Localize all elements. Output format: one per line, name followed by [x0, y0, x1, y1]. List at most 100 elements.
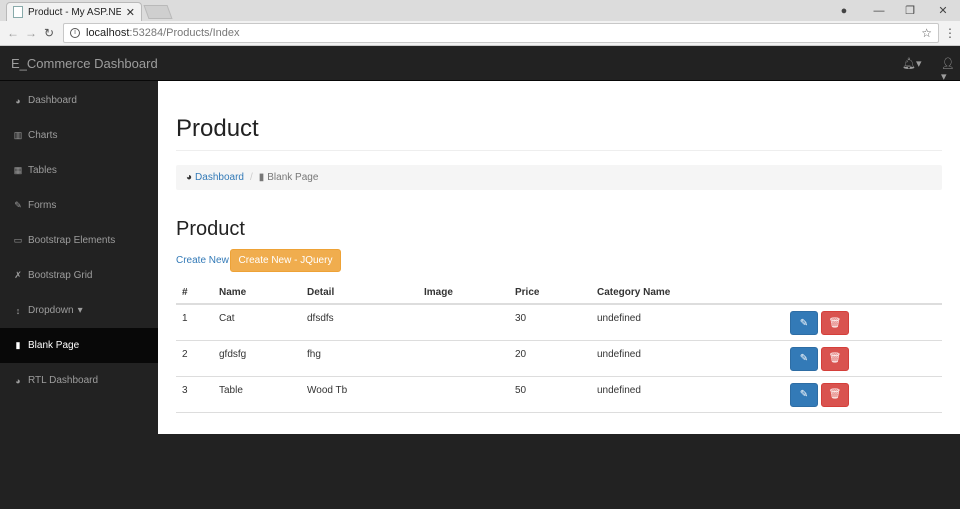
new-tab-button[interactable] — [143, 5, 173, 19]
back-icon[interactable]: ← — [4, 26, 22, 40]
section-title: Product — [176, 218, 245, 240]
dashboard-icon: ◕ — [15, 95, 21, 106]
cell-name: Table — [213, 376, 301, 413]
sidebar-item-label: RTL Dashboard — [28, 375, 99, 386]
dashboard-icon: ◕ — [186, 172, 193, 183]
browser-tab[interactable]: Product - My ASP.NET A ✕ — [6, 2, 142, 21]
table-icon: ▦ — [13, 165, 23, 175]
reload-icon[interactable]: ↻ — [40, 26, 58, 40]
sidebar-item-bootstrap-grid[interactable]: ✗ Bootstrap Grid — [0, 258, 158, 293]
cell-category: undefined — [591, 376, 776, 413]
sidebar-item-label: Forms — [28, 200, 57, 211]
create-new-link[interactable]: Create New — [176, 255, 229, 266]
breadcrumb-separator: / — [249, 172, 253, 183]
sidebar-item-tables[interactable]: ▦ Tables — [0, 153, 158, 188]
navbar-brand[interactable]: E_Commerce Dashboard — [11, 56, 158, 71]
restore-icon[interactable]: ❐ — [895, 0, 925, 21]
sidebar-item-label: Bootstrap Elements — [28, 235, 116, 246]
bookmark-star-icon[interactable]: ☆ — [921, 26, 932, 40]
sidebar-item-rtl-dashboard[interactable]: ◕ RTL Dashboard — [0, 363, 158, 398]
breadcrumb: ◕ Dashboard / ▮ Blank Page — [176, 165, 942, 190]
edit-button[interactable]: ✎ — [790, 311, 818, 335]
notifications-dropdown[interactable]: 🔔︎▾ — [902, 57, 922, 70]
sidebar-item-blank-page[interactable]: ▮ Blank Page — [0, 328, 158, 363]
edit-icon: ✎ — [799, 353, 809, 364]
cell-id: 2 — [176, 340, 213, 377]
cell-actions: ✎ 🗑︎ — [776, 304, 942, 341]
chevron-down-icon: ▾ — [77, 305, 83, 316]
file-icon: ▮ — [15, 340, 21, 350]
cell-image — [418, 304, 509, 341]
sidebar-item-charts[interactable]: ▥ Charts — [0, 118, 158, 153]
cell-actions: ✎ 🗑︎ — [776, 340, 942, 377]
delete-button[interactable]: 🗑︎ — [821, 311, 849, 335]
cell-detail: dfsdfs — [301, 304, 418, 341]
chevron-down-icon: ▾ — [915, 58, 922, 70]
column-header: Category Name — [591, 281, 776, 305]
arrows-v-icon: ↕ — [15, 305, 21, 316]
edit-button[interactable]: ✎ — [790, 346, 818, 371]
sidebar-item-label: Bootstrap Grid — [28, 270, 93, 281]
page-title: Product — [176, 115, 259, 142]
profile-icon[interactable]: ● — [829, 0, 859, 21]
sidebar-item-bootstrap-elements[interactable]: ▭ Bootstrap Elements — [0, 223, 158, 258]
page-icon — [13, 6, 23, 18]
column-header: Price — [509, 281, 591, 305]
row-actions: ✎ 🗑︎ — [790, 346, 942, 371]
column-header: # — [176, 281, 213, 305]
row-actions: ✎ 🗑︎ — [790, 382, 942, 407]
minimize-icon[interactable]: — — [864, 0, 894, 21]
url-host: localhost — [86, 27, 130, 39]
column-header: Detail — [301, 281, 418, 305]
sidebar-item-label: Dropdown — [28, 305, 74, 316]
user-icon: 👤︎ — [941, 58, 955, 70]
browser-menu-icon[interactable]: ⋮ — [944, 26, 956, 40]
sidebar-item-label: Blank Page — [28, 340, 80, 351]
cell-price: 20 — [509, 340, 591, 377]
close-window-icon[interactable]: ✕ — [928, 0, 958, 21]
breadcrumb-link-dashboard[interactable]: Dashboard — [195, 172, 244, 183]
dashboard-icon: ◕ — [15, 375, 21, 386]
trash-icon: 🗑︎ — [828, 353, 842, 364]
edit-button[interactable]: ✎ — [790, 382, 818, 407]
sidebar-item-forms[interactable]: ✎ Forms — [0, 188, 158, 223]
delete-button[interactable]: 🗑︎ — [821, 346, 849, 371]
sidebar-item-label: Charts — [28, 130, 58, 141]
info-icon[interactable]: i — [70, 28, 80, 38]
breadcrumb-current: Blank Page — [267, 172, 319, 183]
edit-icon: ✎ — [14, 200, 22, 210]
top-navbar: E_Commerce Dashboard 🔔︎▾ 👤︎▾ — [0, 46, 960, 83]
table-header-row: # Name Detail Image Price Category Name — [176, 281, 942, 305]
file-icon: ▮ — [258, 172, 265, 183]
bell-icon: 🔔︎ — [902, 58, 916, 70]
browser-toolbar: ← → ↻ i localhost:53284/Products/Index ☆ — [0, 21, 960, 46]
sidebar-item-label: Dashboard — [28, 95, 77, 106]
forward-icon[interactable]: → — [22, 26, 40, 40]
edit-icon: ✎ — [799, 317, 809, 329]
user-dropdown[interactable]: 👤︎▾ — [941, 57, 960, 83]
trash-icon: 🗑︎ — [828, 389, 842, 400]
table-row: 3 Table Wood Tb 50 undefined ✎ 🗑︎ — [176, 376, 942, 413]
cell-image — [418, 340, 509, 377]
row-actions: ✎ 🗑︎ — [790, 311, 942, 335]
cell-detail: Wood Tb — [301, 376, 418, 413]
create-new-jquery-button[interactable]: Create New - JQuery — [230, 249, 341, 272]
column-header-actions — [776, 281, 942, 305]
close-tab-icon[interactable]: ✕ — [126, 6, 135, 19]
cell-detail: fhg — [301, 340, 418, 377]
tab-title: Product - My ASP.NET A — [28, 6, 121, 18]
trash-icon: 🗑︎ — [828, 317, 842, 329]
wrench-icon: ✗ — [14, 270, 22, 280]
column-header: Image — [418, 281, 509, 305]
cell-id: 3 — [176, 376, 213, 413]
cell-name: gfdsfg — [213, 340, 301, 377]
main-content: Product ◕ Dashboard / ▮ Blank Page Produ… — [158, 81, 960, 434]
cell-price: 30 — [509, 304, 591, 341]
cell-id: 1 — [176, 304, 213, 341]
sidebar-item-dropdown[interactable]: ↕ Dropdown ▾ — [0, 293, 158, 328]
table-row: 2 gfdsfg fhg 20 undefined ✎ 🗑︎ — [176, 340, 942, 377]
delete-button[interactable]: 🗑︎ — [821, 382, 849, 407]
sidebar-item-dashboard[interactable]: ◕ Dashboard — [0, 83, 158, 118]
address-bar[interactable]: i localhost:53284/Products/Index ☆ — [63, 23, 939, 43]
cell-category: undefined — [591, 304, 776, 341]
